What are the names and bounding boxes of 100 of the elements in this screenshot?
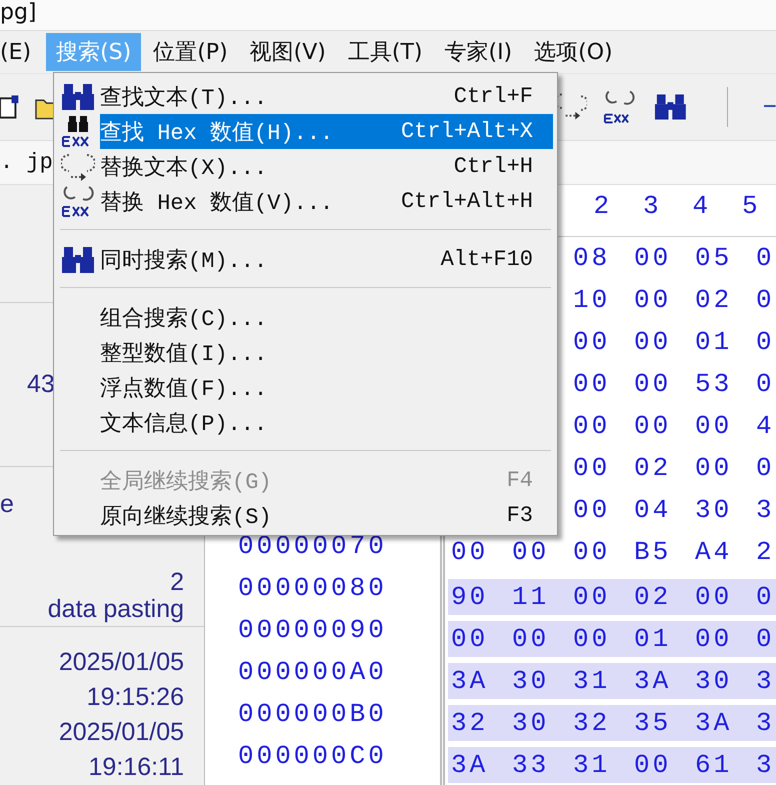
column-header: 5 bbox=[740, 191, 762, 223]
hex-byte: 32 bbox=[573, 708, 610, 738]
hex-byte: 3A bbox=[634, 666, 672, 696]
hex-byte: 3 bbox=[756, 666, 775, 696]
hex-byte: 30 bbox=[512, 708, 550, 738]
menu-item[interactable]: 浮点数值(F)... bbox=[100, 370, 553, 405]
hex-byte: 00 bbox=[634, 369, 672, 399]
hex-byte: 0 bbox=[756, 582, 775, 612]
hex-byte: 00 bbox=[573, 453, 610, 483]
hex-byte: B5 bbox=[634, 537, 672, 567]
hex-byte: 0 bbox=[756, 624, 775, 654]
hex-byte: 02 bbox=[695, 285, 732, 315]
offset-cell: 000000A0 bbox=[238, 657, 387, 687]
menu-item[interactable]: 同时搜索(M)... Alt+F10 bbox=[100, 242, 553, 277]
hex-byte: 3 bbox=[756, 495, 775, 525]
hex-byte: 00 bbox=[512, 624, 550, 654]
offset-cell: 000000C0 bbox=[238, 741, 387, 771]
offset-cell: 00000090 bbox=[238, 615, 387, 645]
menu-item[interactable]: (E) bbox=[0, 36, 42, 68]
hex-byte: 3 bbox=[756, 708, 775, 738]
hex-byte: 3A bbox=[451, 666, 488, 696]
column-header: 4 bbox=[691, 191, 712, 223]
info-text: 19:16:11 bbox=[88, 752, 184, 783]
hex-byte: 00 bbox=[573, 624, 610, 654]
hex-byte: 31 bbox=[573, 750, 610, 780]
hex-byte: 0 bbox=[756, 243, 775, 273]
hex-byte: 35 bbox=[634, 708, 672, 738]
hex-byte: 00 bbox=[695, 411, 732, 441]
menu-item[interactable]: 工具(T) bbox=[338, 33, 432, 71]
hex-byte: 00 bbox=[695, 453, 732, 483]
menu-item[interactable]: 替换文本(X)... Ctrl+H bbox=[100, 149, 553, 184]
hex-byte: 00 bbox=[573, 582, 610, 612]
hex-byte: 00 bbox=[573, 411, 610, 441]
column-header: 2 bbox=[592, 191, 614, 223]
hex-byte: 00 bbox=[451, 624, 488, 654]
offset-cell: 00000070 bbox=[238, 531, 387, 561]
hex-byte: 0 bbox=[756, 327, 775, 357]
minus-icon[interactable] bbox=[764, 105, 776, 109]
hex-byte: A4 bbox=[695, 537, 732, 567]
hex-byte: 30 bbox=[695, 495, 732, 525]
hex-byte: 00 bbox=[695, 582, 732, 612]
info-text: 43 bbox=[27, 369, 55, 400]
binoculars-icon bbox=[61, 82, 95, 110]
hex-byte: 00 bbox=[634, 750, 672, 780]
hex-byte: 3 bbox=[756, 750, 775, 780]
info-text: 2025/01/05 bbox=[58, 647, 184, 678]
info-text: data pasting bbox=[48, 594, 184, 625]
hex-byte: 08 bbox=[573, 243, 610, 273]
hex-byte: 00 bbox=[451, 537, 488, 567]
menu-item[interactable]: 选项(O) bbox=[524, 33, 623, 71]
hex-byte: 00 bbox=[573, 537, 610, 567]
hex-byte: 00 bbox=[634, 411, 672, 441]
binoculars-icon[interactable] bbox=[654, 92, 687, 122]
hex-byte: 0 bbox=[756, 285, 775, 315]
info-text: 19:15:26 bbox=[86, 682, 184, 713]
hex-byte: 90 bbox=[451, 582, 488, 612]
hex-byte: 4 bbox=[756, 411, 775, 441]
menu-item[interactable]: 查找文本(T)... Ctrl+F bbox=[100, 79, 553, 114]
file-tab[interactable]: . jp bbox=[0, 150, 53, 175]
hex-byte: 10 bbox=[573, 285, 610, 315]
hex-byte: 02 bbox=[634, 582, 672, 612]
menu-item[interactable]: 整型数值(I)... bbox=[100, 335, 553, 370]
hex-byte: 33 bbox=[512, 750, 550, 780]
hex-byte: 31 bbox=[573, 666, 610, 696]
hex-byte: 30 bbox=[695, 666, 732, 696]
hex-byte: 00 bbox=[573, 369, 610, 399]
binoculars-icon bbox=[61, 246, 95, 274]
hex-byte: 00 bbox=[573, 327, 610, 357]
info-text: e bbox=[0, 489, 14, 520]
hex-byte: 2 bbox=[756, 537, 775, 567]
offset-cell: 000000B0 bbox=[238, 699, 387, 729]
hex-byte: 0 bbox=[756, 453, 775, 483]
hex-byte: 01 bbox=[634, 624, 672, 654]
hex-byte: 05 bbox=[695, 243, 732, 273]
column-header: 3 bbox=[642, 191, 663, 223]
hex-byte: 32 bbox=[451, 708, 488, 738]
hex-byte: 3A bbox=[451, 750, 488, 780]
offset-cell: 00000080 bbox=[238, 573, 387, 603]
menu-item[interactable]: 替换 Hex 数值(V)... Ctrl+Alt+H bbox=[100, 184, 553, 219]
hex-byte: 53 bbox=[695, 369, 732, 399]
hex-byte: 00 bbox=[634, 327, 672, 357]
info-text: 2025/01/05 bbox=[58, 717, 184, 748]
hex-byte: 02 bbox=[634, 453, 672, 483]
window-title: pg] bbox=[0, 2, 37, 24]
hex-byte: 00 bbox=[573, 495, 610, 525]
menu-item[interactable]: 位置(P) bbox=[143, 33, 238, 71]
menu-item[interactable]: 文本信息(P)... bbox=[100, 405, 553, 440]
info-text: 2 bbox=[170, 572, 184, 592]
menu-item[interactable]: 组合搜索(C)... bbox=[100, 300, 553, 335]
hex-replace-icon bbox=[61, 184, 95, 218]
hex-byte: 0 bbox=[756, 369, 775, 399]
menu-item[interactable]: 视图(V) bbox=[240, 33, 336, 71]
hex-byte: 00 bbox=[695, 624, 732, 654]
menu-item[interactable]: 专家(I) bbox=[434, 33, 522, 71]
hex-byte: 00 bbox=[634, 243, 672, 273]
hex-byte: 61 bbox=[695, 750, 732, 780]
menu-item[interactable]: 原向继续搜索(S) F3 bbox=[100, 498, 553, 533]
hex-byte: 00 bbox=[512, 537, 550, 567]
hex-byte: 04 bbox=[634, 495, 672, 525]
hex-byte: 3A bbox=[695, 708, 732, 738]
